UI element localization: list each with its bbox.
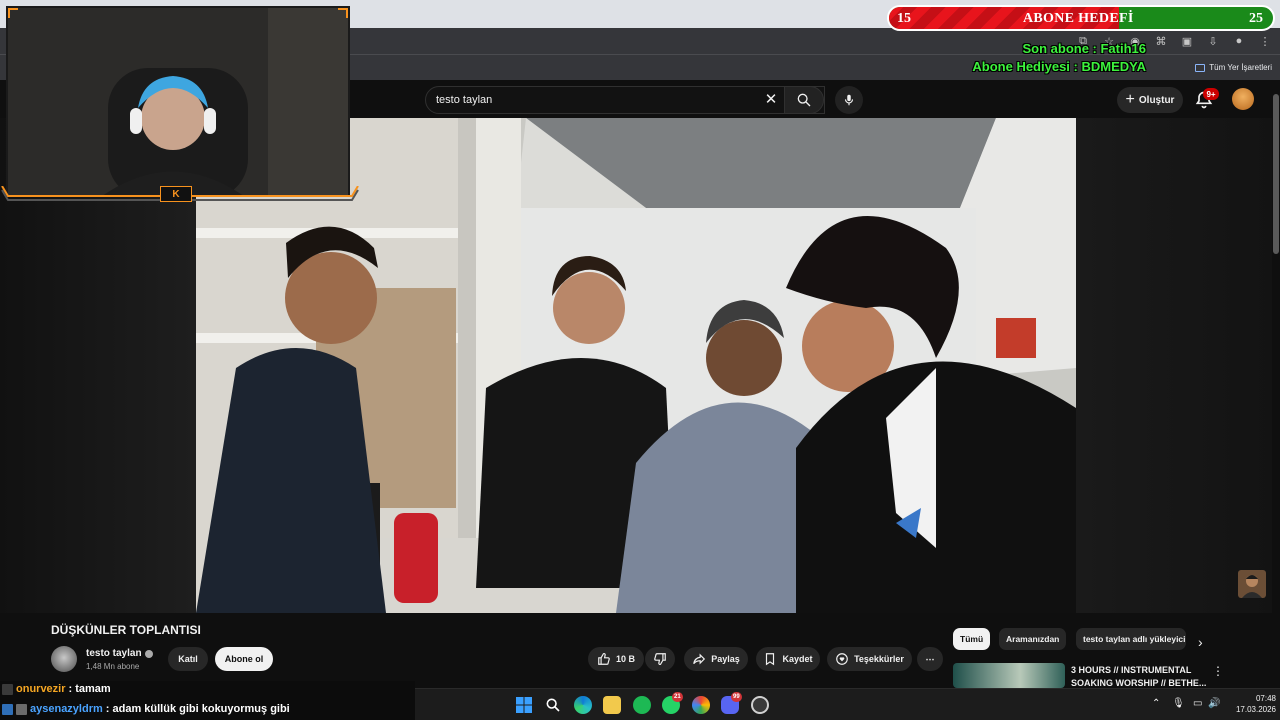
verified-badge-icon	[144, 649, 153, 658]
goal-target: 25	[1249, 11, 1263, 26]
channel-watermark[interactable]	[1238, 570, 1266, 598]
channel-avatar[interactable]	[51, 646, 77, 672]
chip-uploader[interactable]: testo taylan adlı yükleyici	[1076, 628, 1186, 650]
save-label: Kaydet	[782, 654, 813, 664]
save-button[interactable]: Kaydet	[756, 647, 820, 671]
edge-browser-icon[interactable]	[574, 696, 592, 714]
ambient-right	[1076, 118, 1272, 613]
channel-name[interactable]: testo taylan	[86, 648, 153, 659]
chat-username: onurvezir	[16, 683, 66, 695]
microphone-tray-icon[interactable]: 🎙	[1172, 698, 1185, 709]
plus-icon: +	[1125, 91, 1135, 108]
webcam-overlay	[6, 6, 350, 197]
like-count: 10 B	[615, 654, 635, 664]
thanks-label: Teşekkürler	[854, 654, 904, 664]
create-label: Oluştur	[1138, 94, 1175, 106]
folder-icon	[1195, 63, 1206, 72]
chevron-right-icon[interactable]: ›	[1198, 634, 1203, 650]
scrollbar-thumb[interactable]	[1273, 94, 1279, 254]
cam-corner	[338, 8, 348, 18]
chat-overlay: onurvezir : tamam aysenazyldrm : adam kü…	[0, 681, 415, 720]
chat-badge-icon	[16, 703, 27, 715]
thumbs-up-icon	[598, 653, 610, 665]
taskbar-clock[interactable]: 07:48 17.03.2026	[1224, 693, 1276, 715]
network-icon[interactable]: ▭	[1193, 698, 1202, 709]
chip-from-search[interactable]: Aramanızdan	[999, 628, 1067, 650]
page-scrollbar[interactable]	[1272, 80, 1280, 684]
profile-icon[interactable]: ●	[1232, 34, 1246, 48]
chip-all[interactable]: Tümü	[953, 628, 991, 650]
clock-time: 07:48	[1255, 694, 1276, 703]
video-title: DÜŞKÜNLER TOPLANTISI	[51, 623, 201, 637]
search-button[interactable]	[784, 86, 824, 114]
discord-badge: 99	[731, 692, 742, 702]
more-actions-button[interactable]: ⋯	[917, 647, 943, 671]
search-icon	[797, 93, 811, 107]
chat-text: : adam küllük gibi kokuyormuş gibi	[105, 703, 290, 715]
obs-icon[interactable]	[751, 696, 769, 714]
thanks-heart-icon	[836, 653, 848, 665]
share-icon	[693, 653, 706, 665]
download-icon[interactable]: ⇩	[1206, 34, 1220, 48]
like-button[interactable]: 10 B	[588, 647, 644, 671]
subscribe-button[interactable]: Abone ol	[215, 647, 273, 671]
recommendation-thumbnail[interactable]	[953, 663, 1065, 688]
subscriber-count: 1,48 Mn abone	[86, 662, 140, 671]
spotify-icon[interactable]	[633, 696, 651, 714]
screen: ⧉ ☆ ◉ ⌘ ▣ ⇩ ● ⋮ Tüm Yer İşaretleri testo…	[0, 0, 1280, 720]
chrome-icon[interactable]	[692, 696, 710, 714]
gift-subscriber-text: Abone Hediyesi : BDMEDYA	[972, 59, 1146, 74]
more-icon: ⋯	[925, 653, 935, 664]
volume-icon[interactable]: 🔊	[1208, 698, 1220, 709]
subscriber-goal-bar: 15 ABONE HEDEFİ 25	[887, 5, 1275, 31]
share-label: Paylaş	[711, 654, 740, 664]
create-button[interactable]: + Oluştur	[1117, 87, 1183, 113]
tray-chevron-up-icon[interactable]: ⌃	[1152, 698, 1160, 709]
menu-icon[interactable]: ⋮	[1258, 34, 1272, 48]
notifications-badge: 9+	[1203, 88, 1219, 100]
channel-name-label: testo taylan	[86, 648, 142, 659]
recommendation-menu-icon[interactable]: ⋮	[1212, 664, 1224, 678]
thumbs-down-icon	[654, 653, 666, 665]
recommendation-title[interactable]: 3 HOURS // INSTRUMENTAL SOAKING WORSHIP …	[1071, 664, 1211, 690]
microphone-icon	[844, 94, 854, 106]
chat-message: aysenazyldrm : adam küllük gibi kokuyorm…	[2, 703, 290, 715]
join-button[interactable]: Katıl	[168, 647, 208, 671]
chat-message: onurvezir : tamam	[2, 683, 111, 695]
windows-start-icon[interactable]	[515, 696, 533, 714]
goal-title: ABONE HEDEFİ	[1023, 11, 1134, 26]
dislike-button[interactable]	[645, 647, 675, 671]
all-bookmarks-link[interactable]: Tüm Yer İşaretleri	[1209, 63, 1272, 72]
goal-current: 15	[897, 11, 911, 26]
chat-text: : tamam	[68, 683, 111, 695]
bookmark-icon	[766, 653, 775, 666]
share-button[interactable]: Paylaş	[684, 647, 748, 671]
chat-badge-icon	[2, 703, 13, 715]
clock-date: 17.03.2026	[1235, 705, 1276, 714]
streamer-logo: K	[160, 186, 192, 202]
last-subscriber-text: Son abone : Fatih16	[1022, 41, 1146, 56]
extension-icon[interactable]: ⌘	[1154, 34, 1168, 48]
chat-username: aysenazyldrm	[30, 703, 103, 715]
clear-search-icon[interactable]: ✕	[763, 91, 779, 108]
cam-corner	[8, 8, 18, 18]
voice-search-button[interactable]	[835, 86, 863, 114]
search-icon[interactable]	[544, 696, 562, 714]
thanks-button[interactable]: Teşekkürler	[827, 647, 912, 671]
chat-badge-icon	[2, 683, 13, 695]
whatsapp-badge: 21	[672, 692, 683, 702]
puzzle-icon[interactable]: ▣	[1180, 34, 1194, 48]
file-explorer-icon[interactable]	[603, 696, 621, 714]
account-avatar[interactable]	[1232, 88, 1254, 110]
